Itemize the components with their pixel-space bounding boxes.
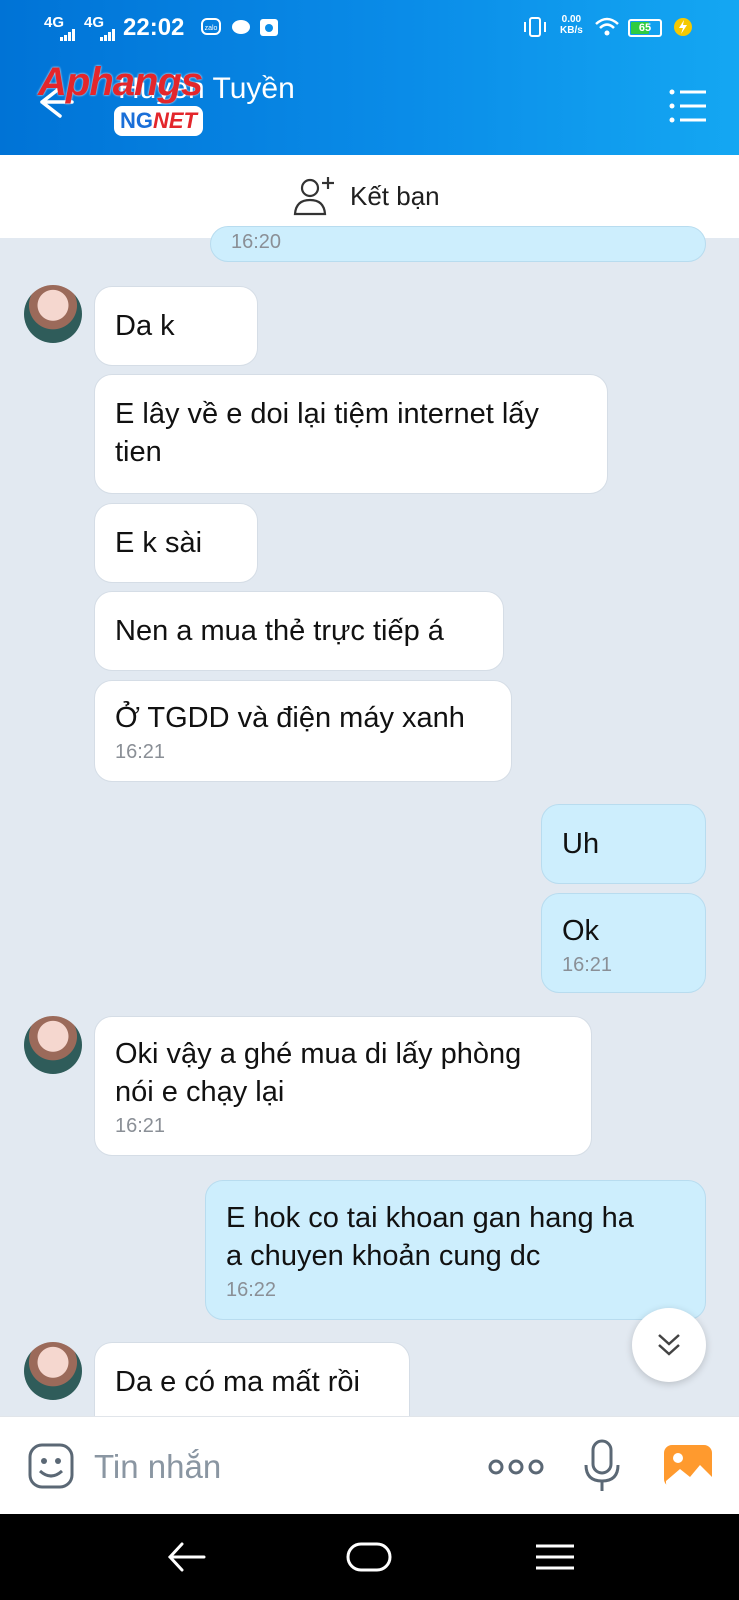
battery-icon: 65 — [628, 19, 662, 37]
message-bubble[interactable]: Ok 16:21 — [541, 893, 706, 993]
message-bubble[interactable]: E k sài — [94, 503, 258, 583]
message-bubble[interactable]: Nen a mua thẻ trực tiếp á — [94, 591, 504, 671]
message-text: Ở TGDD và điện máy xanh — [115, 702, 465, 734]
avatar[interactable] — [24, 285, 82, 343]
emoji-icon — [28, 1443, 74, 1489]
mic-button[interactable] — [582, 1439, 622, 1493]
message-bubble[interactable]: Oki vậy a ghé mua di lấy phòng nói e chạ… — [94, 1016, 592, 1156]
message-text: Da e có ma mất rồi — [115, 1366, 360, 1398]
message-text: E hok co tai khoan gan hang ha a chuyen … — [226, 1202, 634, 1272]
list-menu-icon — [669, 89, 706, 123]
system-nav-bar — [0, 1514, 739, 1600]
message-bubble[interactable]: Da e có ma mất rồi — [94, 1342, 410, 1416]
svg-text:zalo: zalo — [205, 25, 218, 32]
message-time: 16:21 — [115, 741, 166, 763]
watermark-badge: NGNET — [114, 106, 203, 136]
avatar[interactable] — [24, 1016, 82, 1074]
watermark-badge-right: NET — [153, 108, 197, 133]
signal-1-icon — [60, 28, 76, 46]
network-speed: 0.00 KB/s — [560, 14, 583, 36]
more-button[interactable] — [486, 1447, 546, 1487]
charging-icon — [672, 16, 694, 38]
add-friend-button[interactable]: Kết bạn — [292, 171, 440, 221]
messenger-notification-icon — [230, 16, 252, 38]
microphone-icon — [584, 1439, 620, 1491]
status-bar: 4G 4G 22:02 zalo 0.00 KB/s 65 — [0, 0, 739, 56]
user-plus-icon — [293, 177, 334, 216]
message-bubble[interactable]: E lây về e doi lại tiệm internet lấy tie… — [94, 374, 608, 494]
nav-home-icon — [346, 1542, 392, 1572]
scroll-down-button[interactable] — [632, 1308, 706, 1382]
wifi-icon — [594, 16, 620, 38]
message-bubble-partial[interactable]: 16:20 — [210, 226, 706, 262]
message-text: E k sài — [115, 527, 203, 559]
double-chevron-down-icon — [658, 1334, 680, 1356]
speed-value: 0.00 — [561, 14, 582, 25]
message-input[interactable]: Tin nhắn — [94, 1445, 454, 1489]
zalo-notification-icon: zalo — [200, 16, 222, 38]
vibrate-icon — [522, 16, 546, 38]
nav-home-button[interactable] — [344, 1534, 394, 1580]
message-text: Da k — [115, 310, 175, 342]
photo-icon — [664, 1445, 712, 1487]
watermark-text: Aphangs — [38, 60, 203, 104]
app-notification-icon — [258, 16, 280, 38]
top-bar: 4G 4G 22:02 zalo 0.00 KB/s 65 Huyền Tuyề… — [0, 0, 739, 155]
message-text: Uh — [562, 828, 600, 860]
message-text: Ok — [562, 915, 600, 947]
add-friend-label: Kết bạn — [350, 180, 440, 211]
nav-menu-button[interactable] — [530, 1534, 580, 1580]
message-text: Oki vậy a ghé mua di lấy phòng nói e chạ… — [115, 1038, 522, 1108]
avatar[interactable] — [24, 1342, 82, 1400]
message-bubble[interactable]: Ở TGDD và điện máy xanh 16:21 — [94, 680, 512, 782]
photo-button[interactable] — [662, 1441, 714, 1491]
message-time: 16:22 — [226, 1279, 277, 1301]
message-bubble[interactable]: Da k — [94, 286, 258, 366]
message-text: E lây về e doi lại tiệm internet lấy tie… — [115, 398, 539, 468]
message-text: Nen a mua thẻ trực tiếp á — [115, 615, 444, 647]
message-time: 16:21 — [562, 954, 613, 976]
message-bubble[interactable]: E hok co tai khoan gan hang ha a chuyen … — [205, 1180, 706, 1320]
signal-2-icon — [100, 28, 116, 46]
clock: 22:02 — [123, 14, 185, 41]
message-time: 16:21 — [115, 1115, 166, 1137]
chat-header: Huyền Tuyền Aphangs NGNET — [0, 56, 739, 155]
nav-menu-icon — [536, 1544, 574, 1570]
composer-bar: Tin nhắn — [0, 1416, 739, 1514]
watermark-badge-left: NG — [120, 108, 153, 133]
watermark-logo: Aphangs NGNET — [38, 60, 203, 136]
nav-back-icon — [167, 1542, 206, 1572]
emoji-button[interactable] — [26, 1441, 76, 1491]
menu-button[interactable] — [664, 82, 712, 130]
message-bubble[interactable]: Uh — [541, 804, 706, 884]
nav-back-button[interactable] — [162, 1534, 212, 1580]
speed-unit: KB/s — [560, 25, 583, 36]
more-dots-icon — [488, 1459, 544, 1475]
battery-level: 65 — [638, 22, 652, 34]
message-time: 16:20 — [231, 231, 282, 253]
